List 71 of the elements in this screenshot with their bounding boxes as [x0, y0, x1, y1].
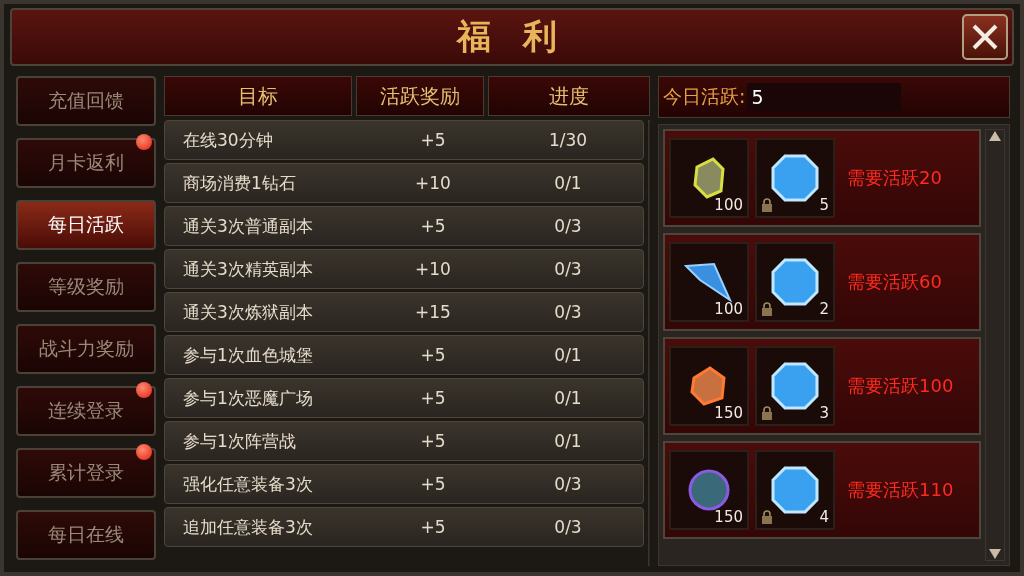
table-cell-text: 商场消费1钻石 [183, 171, 297, 195]
table-cell-text: 0/3 [553, 517, 583, 537]
table-cell-text: 通关3次精英副本 [183, 257, 314, 281]
requirement-text: 需要活跃20 [847, 166, 942, 190]
table-cell-text: +5 [419, 216, 447, 236]
sidebar-tab[interactable]: 每日在线 [16, 510, 156, 560]
table-cell-text: 0/1 [553, 431, 583, 451]
scrollbar[interactable] [985, 129, 1005, 561]
item-count: 150 [714, 508, 743, 526]
crystal-icon [684, 260, 734, 304]
gem-icon [771, 362, 819, 410]
table-cell-text: +10 [414, 173, 452, 193]
item-count: 150 [714, 404, 743, 422]
table-cell-text: 0/1 [553, 388, 583, 408]
table-cell-text: +5 [419, 388, 447, 408]
table-cell-text: 追加任意装备3次 [183, 515, 314, 539]
table-cell-text: 参与1次血色城堡 [183, 343, 314, 367]
column-header: 进度 [488, 76, 650, 116]
table-cell-text: +5 [419, 130, 447, 150]
sidebar-tab[interactable]: 等级奖励 [16, 262, 156, 312]
requirement-text: 需要活跃110 [847, 478, 954, 502]
item-count: 100 [714, 196, 743, 214]
column-header: 活跃奖励 [356, 76, 484, 116]
table-cell-text: 在线30分钟 [183, 128, 274, 152]
item-slot[interactable]: 3 [755, 346, 835, 426]
table-cell-text: 0/3 [553, 302, 583, 322]
item-count: 100 [714, 300, 743, 318]
item-count: 4 [819, 508, 829, 526]
item-slot[interactable]: 4 [755, 450, 835, 530]
table-cell-text: 参与1次阵营战 [183, 429, 297, 453]
table-cell-text: +5 [419, 345, 447, 365]
requirement-text: 需要活跃60 [847, 270, 942, 294]
item-slot[interactable]: 5 [755, 138, 835, 218]
table-cell-text: 通关3次炼狱副本 [183, 300, 314, 324]
table-cell-text: +5 [419, 431, 447, 451]
sidebar-tab[interactable]: 每日活跃 [16, 200, 156, 250]
item-slot[interactable]: 150 [669, 450, 749, 530]
sidebar-tab[interactable]: 充值回馈 [16, 76, 156, 126]
table-cell-text: 0/3 [553, 216, 583, 236]
gem-icon [771, 466, 819, 514]
sidebar-tab[interactable]: 战斗力奖励 [16, 324, 156, 374]
window-title: 福 利 [457, 15, 567, 58]
table-cell-text: 参与1次恶魔广场 [183, 386, 314, 410]
item-count: 3 [819, 404, 829, 422]
column-header: 目标 [164, 76, 352, 116]
table-cell-text: +5 [419, 517, 447, 537]
scroll-up-icon[interactable] [988, 130, 1002, 142]
close-icon [970, 22, 1000, 52]
activity-value: 5 [747, 83, 902, 111]
table-cell-text: 0/3 [553, 259, 583, 279]
close-button[interactable] [962, 14, 1008, 60]
table-cell-text: +15 [414, 302, 452, 322]
table-cell-text: +10 [414, 259, 452, 279]
table-cell-text: +5 [419, 474, 447, 494]
item-count: 5 [819, 196, 829, 214]
item-slot[interactable]: 150 [669, 346, 749, 426]
gem-icon [771, 258, 819, 306]
activity-label: 今日活跃: [663, 84, 746, 109]
table-cell-text: 0/1 [553, 173, 583, 193]
scroll-down-icon[interactable] [988, 548, 1002, 560]
table-cell-text: 强化任意装备3次 [183, 472, 314, 496]
table-cell-text: 1/30 [547, 130, 589, 150]
requirement-text: 需要活跃100 [847, 374, 954, 398]
gem-icon [771, 154, 819, 202]
table-cell-text: 0/3 [553, 474, 583, 494]
table-cell-text: 通关3次普通副本 [183, 214, 314, 238]
table-cell-text: 0/1 [553, 345, 583, 365]
item-slot[interactable]: 100 [669, 242, 749, 322]
item-count: 2 [819, 300, 829, 318]
item-slot[interactable]: 2 [755, 242, 835, 322]
item-slot[interactable]: 100 [669, 138, 749, 218]
